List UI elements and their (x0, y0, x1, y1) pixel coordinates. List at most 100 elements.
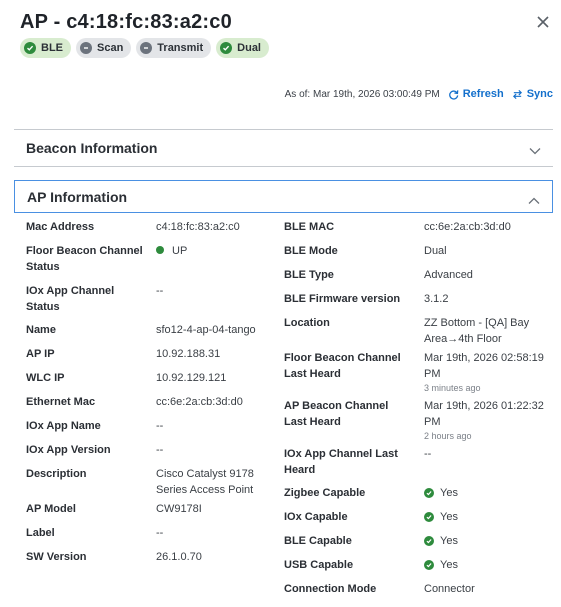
detail-value: -- (156, 444, 164, 456)
relative-time: 3 minutes ago (424, 383, 481, 393)
badge-dual: Dual (216, 38, 269, 58)
check-circle-icon (424, 536, 434, 546)
detail-value: 3.1.2 (424, 293, 449, 305)
detail-key: Mac Address (26, 221, 95, 233)
detail-row: Ethernet Mac cc:6e:2a:cb:3d:d0 (26, 394, 276, 418)
detail-key: BLE Firmware version (284, 293, 401, 305)
detail-row: AP Beacon Channel Last Heard Mar 19th, 20… (284, 398, 554, 446)
badge-ble: BLE (20, 38, 71, 58)
detail-row: Name sfo12-4-ap-04-tango (26, 322, 276, 346)
detail-value-time: Mar 19th, 2026 02:58:19 PM 3 minutes ago (424, 350, 554, 394)
detail-row: WLC IP 10.92.129.121 (26, 370, 276, 394)
check-circle-icon (424, 488, 434, 498)
detail-key: Zigbee Capable (284, 487, 366, 499)
check-icon (220, 42, 233, 54)
section-title: Beacon Information (26, 140, 158, 156)
detail-row: BLE MAC cc:6e:2a:cb:3d:d0 (284, 219, 554, 243)
detail-key: Label (26, 527, 55, 539)
detail-key: USB Capable (284, 559, 354, 571)
as-of-timestamp: As of: Mar 19th, 2026 03:00:49 PM (284, 88, 440, 100)
detail-key: BLE Mode (284, 245, 338, 257)
detail-value: 10.92.129.121 (156, 372, 227, 384)
detail-value: 10.92.188.31 (156, 348, 221, 360)
detail-value-status: UP (156, 243, 276, 259)
detail-key: Location (284, 317, 330, 329)
yes-text: Yes (440, 511, 458, 523)
detail-key: AP Model (26, 503, 76, 515)
ap-details-left: Mac Address c4:18:fc:83:a2:c0 Floor Beaco… (26, 219, 276, 569)
header: AP - c4:18:fc:83:a2:c0 BLE Scan Transmit… (20, 10, 561, 58)
yes-text: Yes (440, 487, 458, 499)
ap-details-right: BLE MAC cc:6e:2a:cb:3d:d0 BLE Mode Dual BL… (284, 219, 554, 601)
detail-value-check: Yes (424, 533, 554, 549)
detail-key: BLE MAC (284, 221, 335, 233)
section-title: AP Information (27, 188, 128, 205)
detail-value-time: Mar 19th, 2026 01:22:32 PM 2 hours ago (424, 398, 554, 442)
detail-row: BLE Firmware version 3.1.2 (284, 291, 554, 315)
detail-row: IOx App Channel Status -- (26, 283, 276, 322)
detail-key: Connection Mode (284, 583, 377, 595)
detail-row: Connection Mode Connector (284, 581, 554, 601)
check-icon (24, 42, 36, 54)
detail-row: AP Model CW9178I (26, 501, 276, 525)
detail-row: BLE Mode Dual (284, 243, 554, 267)
detail-row: Floor Beacon Channel Last Heard Mar 19th,… (284, 350, 554, 398)
detail-key: Name (26, 324, 56, 336)
detail-row: Description Cisco Catalyst 9178 Series Ac… (26, 466, 276, 501)
badge-label: Scan (97, 42, 124, 54)
refresh-icon (448, 89, 459, 100)
detail-row: BLE Capable Yes (284, 533, 554, 557)
detail-row: Label -- (26, 525, 276, 549)
detail-value: ZZ Bottom - [QA] Bay Area→4th Floor (424, 317, 530, 345)
minus-icon (140, 42, 153, 54)
detail-key: Floor Beacon Channel Status (26, 245, 143, 273)
detail-value: cc:6e:2a:cb:3d:d0 (424, 221, 511, 233)
detail-key: BLE Capable (284, 535, 352, 547)
chevron-down-icon (529, 142, 541, 160)
detail-key: IOx App Channel Last Heard (284, 448, 398, 476)
detail-row: Floor Beacon Channel Status UP (26, 243, 276, 283)
detail-key: IOx App Channel Status (26, 285, 115, 313)
yes-text: Yes (440, 559, 458, 571)
detail-row: SW Version 26.1.0.70 (26, 549, 276, 569)
detail-key: SW Version (26, 551, 87, 563)
detail-key: Description (26, 468, 87, 480)
detail-row: BLE Type Advanced (284, 267, 554, 291)
close-icon[interactable] (535, 14, 551, 30)
detail-row: IOx App Channel Last Heard -- (284, 446, 554, 485)
section-beacon-information[interactable]: Beacon Information (14, 129, 553, 167)
check-circle-icon (424, 512, 434, 522)
badge-label: BLE (41, 42, 63, 54)
detail-key: IOx Capable (284, 511, 348, 523)
section-ap-information[interactable]: AP Information (14, 180, 553, 213)
detail-row: Mac Address c4:18:fc:83:a2:c0 (26, 219, 276, 243)
detail-row: IOx App Version -- (26, 442, 276, 466)
detail-row: IOx App Name -- (26, 418, 276, 442)
detail-value-check: Yes (424, 509, 554, 525)
detail-key: BLE Type (284, 269, 334, 281)
detail-row: IOx Capable Yes (284, 509, 554, 533)
badge-label: Dual (237, 42, 261, 54)
detail-key: WLC IP (26, 372, 65, 384)
detail-value: -- (156, 420, 164, 432)
status-badges: BLE Scan Transmit Dual (20, 38, 561, 58)
refresh-button[interactable]: Refresh (448, 88, 504, 100)
detail-value-check: Yes (424, 557, 554, 573)
status-text: UP (172, 245, 188, 257)
yes-text: Yes (440, 535, 458, 547)
detail-value: cc:6e:2a:cb:3d:d0 (156, 396, 243, 408)
badge-scan: Scan (76, 38, 132, 58)
detail-value: c4:18:fc:83:a2:c0 (156, 221, 240, 233)
sync-button[interactable]: Sync (512, 88, 553, 100)
detail-row: USB Capable Yes (284, 557, 554, 581)
detail-key: Floor Beacon Channel Last Heard (284, 352, 401, 380)
badge-transmit: Transmit (136, 38, 212, 58)
badge-label: Transmit (157, 42, 204, 54)
detail-value: -- (156, 527, 164, 539)
detail-key: Ethernet Mac (26, 396, 96, 408)
last-heard-time: Mar 19th, 2026 02:58:19 PM (424, 352, 544, 380)
detail-key: AP Beacon Channel Last Heard (284, 400, 389, 428)
detail-value: 26.1.0.70 (156, 551, 202, 563)
detail-value-check: Yes (424, 485, 554, 501)
chevron-up-icon (528, 192, 540, 210)
